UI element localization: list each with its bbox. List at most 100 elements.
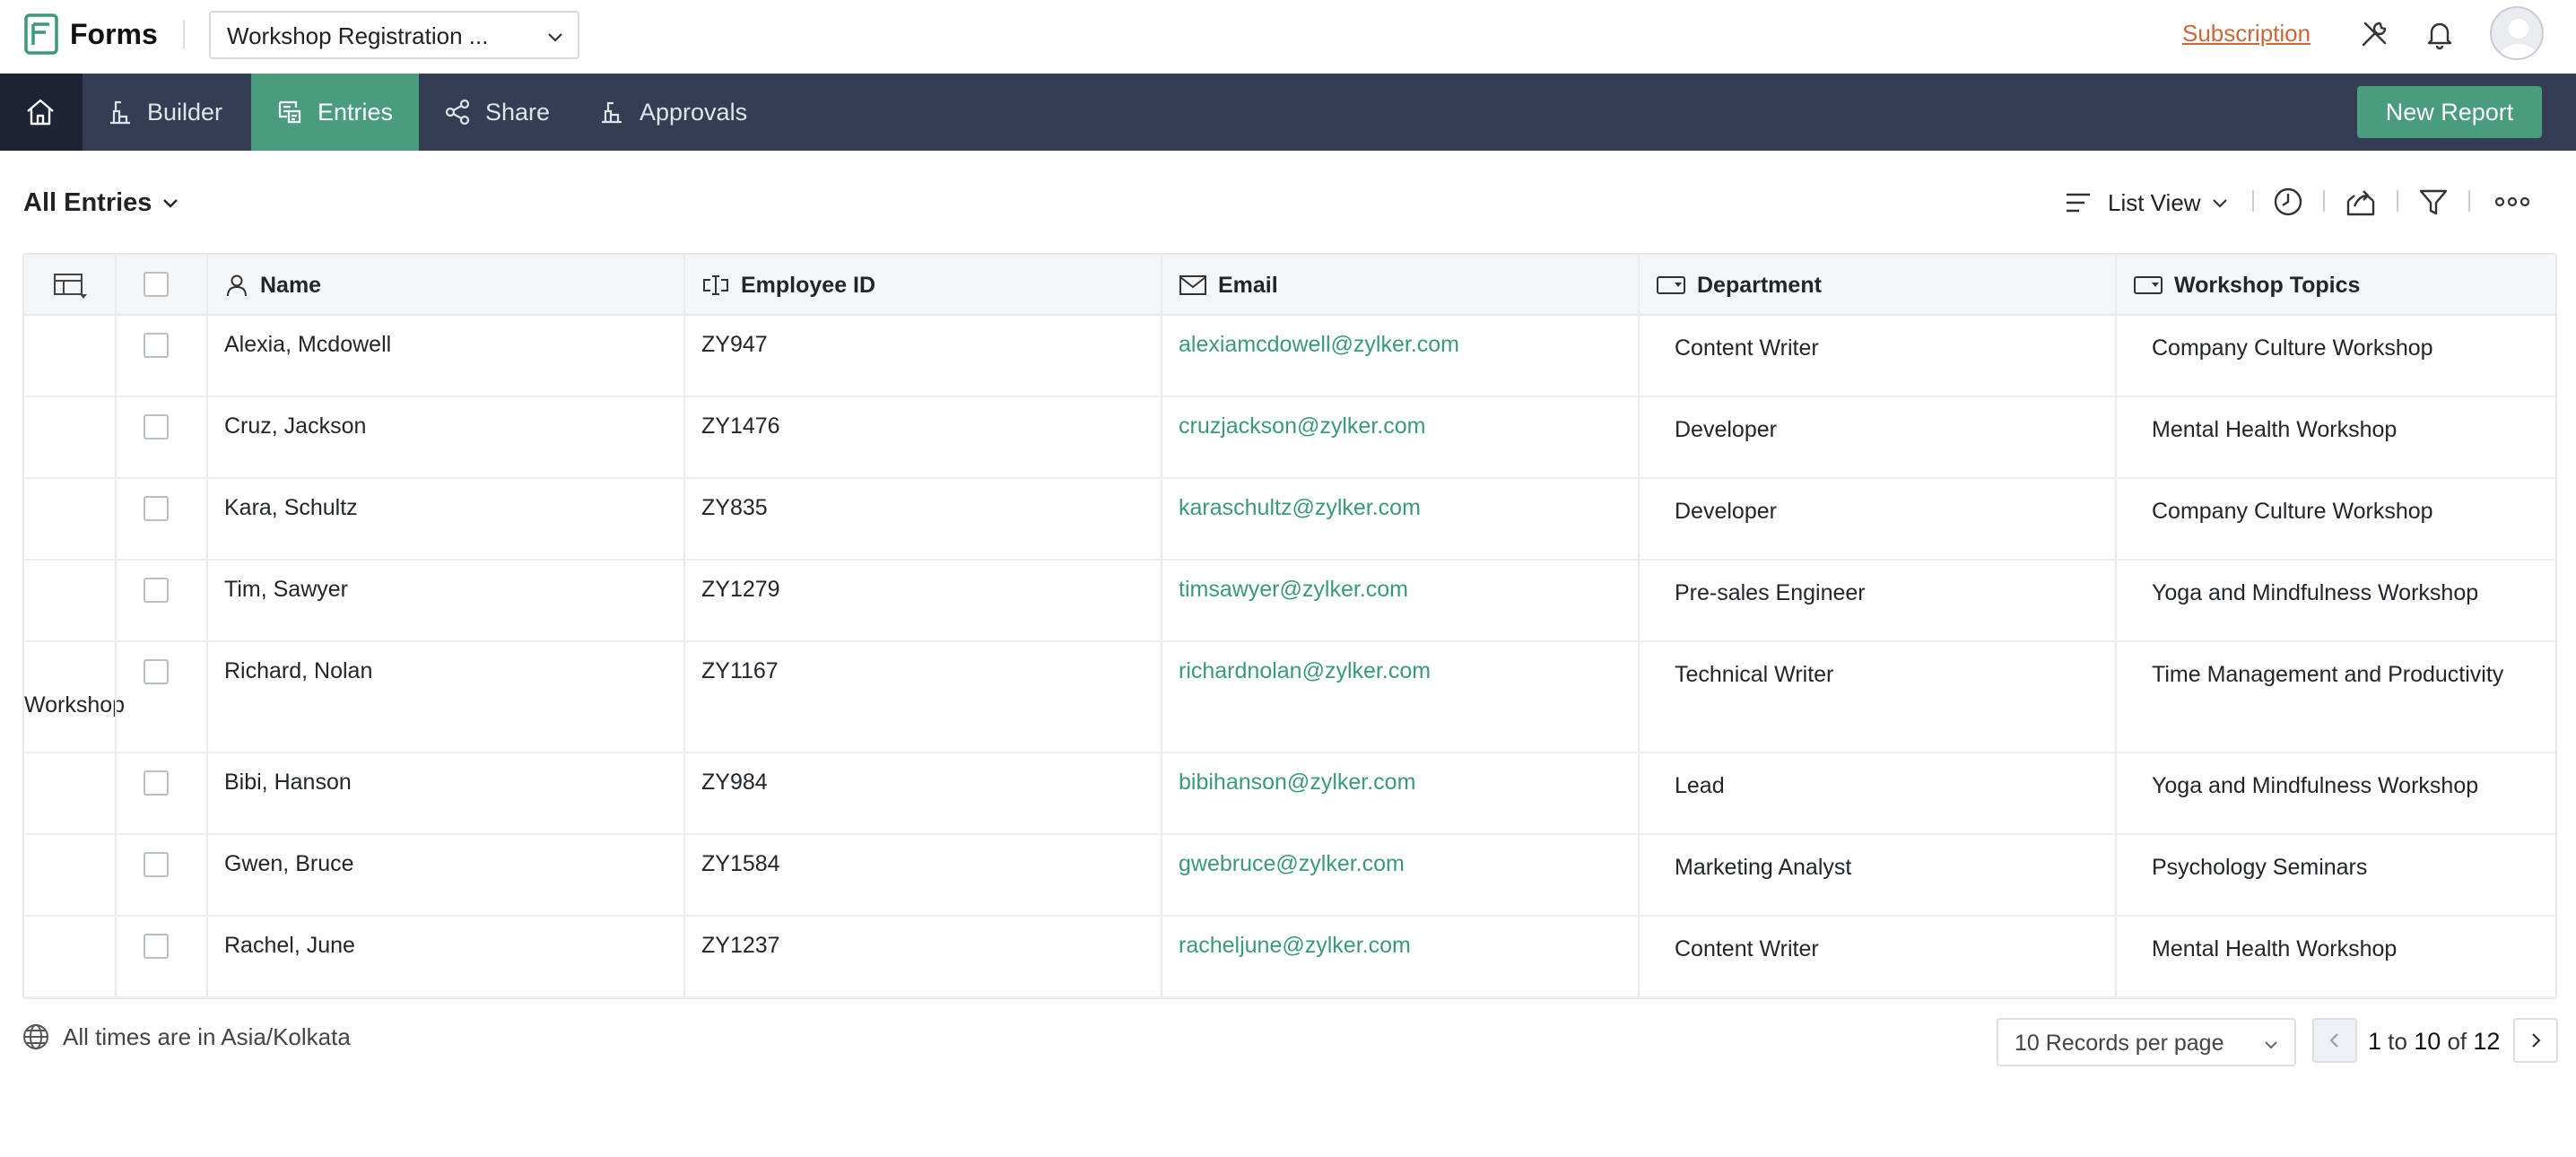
toolbar-divider [2252,190,2254,212]
row-checkbox[interactable] [144,333,169,358]
cell-department: Lead [1675,773,1725,798]
cell-name: Tim, Sawyer [224,577,348,602]
row-checkbox[interactable] [144,770,169,796]
person-icon [227,274,247,297]
builder-icon [110,100,130,125]
column-header-department[interactable]: Department [1656,255,1822,316]
filter-icon[interactable] [2416,185,2450,219]
export-icon[interactable] [2344,185,2378,219]
cell-email[interactable]: racheljune@zylker.com [1179,930,1411,961]
cell-name: Bibi, Hanson [224,770,352,795]
share-icon [445,99,470,126]
home-button[interactable] [0,74,83,151]
tab-share[interactable]: Share [419,74,577,151]
page-from: 1 [2368,1028,2382,1055]
column-header-email[interactable]: Email [1179,255,1278,316]
column-header-department-label: Department [1697,272,1822,298]
row-checkbox[interactable] [144,934,169,959]
cell-workshop-topic: Company Culture Workshop [2152,499,2433,524]
table-row[interactable]: Bibi, Hanson ZY984 bibihanson@zylker.com Le… [24,753,2555,835]
chevron-right-icon [2532,1033,2541,1048]
cell-employee-id: ZY1584 [701,851,780,876]
column-divider [1638,255,1640,997]
tools-icon[interactable] [2358,18,2390,50]
cell-workshop-topic: Yoga and Mindfulness Workshop [2152,580,2479,605]
row-checkbox[interactable] [144,496,169,521]
forms-logo-icon[interactable] [23,13,63,56]
list-view-toggle[interactable]: List View [2065,185,2230,221]
column-header-employee-id-label: Employee ID [741,272,876,298]
form-selector-value: Workshop Registration ... [227,22,489,49]
row-checkbox[interactable] [144,578,169,603]
tab-builder-label: Builder [147,98,223,126]
list-view-label: List View [2108,188,2201,216]
cell-email[interactable]: richardnolan@zylker.com [1179,656,1431,686]
cell-email[interactable]: karaschultz@zylker.com [1179,492,1421,523]
more-icon[interactable] [2493,185,2532,219]
tab-approvals[interactable]: Approvals [577,74,774,151]
main-nav: Builder Entries Share Approvals New Repo… [0,74,2576,151]
table-row[interactable]: Richard, Nolan ZY1167 richardnolan@zylker.… [24,642,2555,753]
new-report-button[interactable]: New Report [2357,86,2542,138]
cell-email[interactable]: bibihanson@zylker.com [1179,767,1415,797]
column-divider [206,255,208,997]
cell-department: Technical Writer [1675,662,1834,687]
column-divider [115,255,117,997]
row-checkbox[interactable] [144,659,169,684]
previous-page-button[interactable] [2312,1018,2357,1063]
column-header-employee-id[interactable]: Employee ID [701,255,875,316]
table-header: Name Employee ID Email Department Worksh… [24,255,2555,316]
column-settings-icon[interactable] [53,271,89,300]
cell-workshop-topic-line2: Workshop [24,692,126,718]
cell-department: Content Writer [1675,335,1819,361]
tab-builder[interactable]: Builder [83,74,251,151]
cell-email[interactable]: gwebruce@zylker.com [1179,848,1405,879]
cell-email[interactable]: timsawyer@zylker.com [1179,574,1408,605]
cell-email[interactable]: cruzjackson@zylker.com [1179,411,1425,441]
cell-email[interactable]: alexiamcdowell@zylker.com [1179,329,1459,360]
records-per-page-value: 10 Records per page [2015,1031,2224,1056]
table-row[interactable]: Tim, Sawyer ZY1279 timsawyer@zylker.com Pre… [24,561,2555,642]
cell-department: Developer [1675,499,1777,524]
table-row[interactable]: Gwen, Bruce ZY1584 gwebruce@zylker.com Mark… [24,835,2555,917]
column-divider [1161,255,1162,997]
records-per-page-select[interactable]: 10 Records per page [1997,1018,2296,1066]
cell-name: Cruz, Jackson [224,413,367,439]
table-row[interactable]: Cruz, Jackson ZY1476 cruzjackson@zylker.co… [24,397,2555,479]
column-header-workshop-topics[interactable]: Workshop Topics [2133,255,2360,316]
cell-workshop-topic: Yoga and Mindfulness Workshop [2152,773,2479,798]
cell-department: Pre-sales Engineer [1675,580,1866,605]
page-to: 10 [2414,1028,2441,1055]
page-total: 12 [2473,1028,2501,1055]
cell-workshop-topic: Time Management and Productivity [2152,662,2504,687]
view-selector[interactable]: All Entries [23,187,180,219]
top-bar: Forms Workshop Registration ... Subscrip… [0,0,2576,74]
view-title: All Entries [23,188,152,217]
tab-entries[interactable]: Entries [251,74,419,151]
pagination-info: 1 to 10 of 12 [2368,1026,2500,1057]
next-page-button[interactable] [2513,1018,2558,1063]
timezone-label: All times are in Asia/Kolkata [63,1022,351,1050]
cell-employee-id: ZY835 [701,495,768,520]
row-checkbox[interactable] [144,852,169,877]
cell-department: Developer [1675,417,1777,442]
avatar[interactable] [2490,6,2544,60]
user-silhouette-icon [2499,19,2538,58]
cell-name: Gwen, Bruce [224,851,354,876]
table-row[interactable]: Rachel, June ZY1237 racheljune@zylker.com C… [24,917,2555,998]
cell-name: Kara, Schultz [224,495,358,520]
cell-employee-id: ZY1237 [701,933,780,958]
page-to-label: to [2388,1028,2407,1055]
bell-icon[interactable] [2424,18,2456,50]
select-all-checkbox[interactable] [144,272,169,297]
divider [183,20,185,48]
form-selector[interactable]: Workshop Registration ... [209,11,579,59]
clock-icon[interactable] [2271,185,2305,219]
column-header-name[interactable]: Name [224,255,321,316]
table-row[interactable]: Kara, Schultz ZY835 karaschultz@zylker.com… [24,479,2555,561]
row-checkbox[interactable] [144,414,169,439]
id-icon [703,275,728,295]
table-row[interactable]: Alexia, Mcdowell ZY947 alexiamcdowell@zylk… [24,316,2555,397]
app-title[interactable]: Forms [70,16,158,52]
subscription-link[interactable]: Subscription [2182,18,2311,48]
